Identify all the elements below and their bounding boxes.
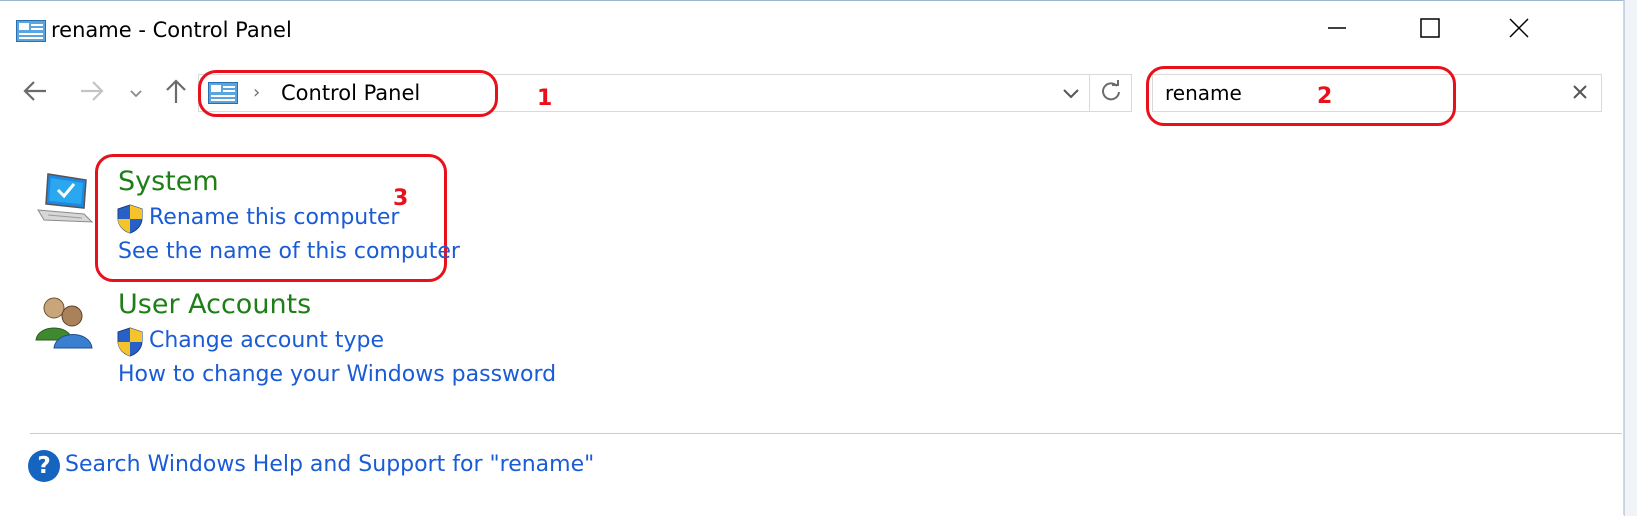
close-icon <box>1572 84 1588 104</box>
rename-this-computer-link[interactable]: Rename this computer <box>149 205 399 230</box>
up-button[interactable] <box>159 76 193 110</box>
result-system-title[interactable]: System <box>118 166 219 197</box>
close-icon <box>1509 18 1529 42</box>
chevron-down-icon <box>1062 85 1080 104</box>
back-button[interactable] <box>18 76 52 110</box>
back-arrow-icon <box>22 80 48 106</box>
control-panel-icon <box>16 20 46 46</box>
minimize-icon <box>1327 18 1347 42</box>
maximize-icon <box>1420 18 1440 42</box>
background-window-edge <box>1624 0 1637 516</box>
maximize-button[interactable] <box>1395 8 1465 52</box>
users-icon <box>34 292 96 354</box>
uac-shield-icon <box>117 204 143 238</box>
change-windows-password-link[interactable]: How to change your Windows password <box>118 362 556 387</box>
window-title: rename - Control Panel <box>51 18 292 42</box>
forward-button[interactable] <box>75 76 109 110</box>
up-arrow-icon <box>165 78 187 108</box>
title-bar: rename - Control Panel <box>0 0 1623 60</box>
recent-locations-button[interactable] <box>122 76 150 110</box>
address-dropdown-button[interactable] <box>1056 79 1086 109</box>
close-button[interactable] <box>1484 8 1554 52</box>
search-help-link[interactable]: Search Windows Help and Support for "ren… <box>65 452 594 477</box>
annotation-number-2: 2 <box>1317 84 1333 109</box>
computer-icon <box>34 170 96 232</box>
forward-arrow-icon <box>79 80 105 106</box>
annotation-number-1: 1 <box>537 86 553 111</box>
chevron-down-icon <box>129 84 143 103</box>
uac-shield-icon <box>117 327 143 361</box>
annotation-outline-2 <box>1146 66 1456 126</box>
divider <box>30 433 1622 434</box>
result-user-accounts-title[interactable]: User Accounts <box>118 289 311 320</box>
refresh-button[interactable] <box>1089 75 1132 111</box>
annotation-outline-1 <box>198 70 498 117</box>
minimize-button[interactable] <box>1302 8 1372 52</box>
change-account-type-link[interactable]: Change account type <box>149 328 384 353</box>
see-computer-name-link[interactable]: See the name of this computer <box>118 239 460 264</box>
refresh-icon <box>1100 80 1122 106</box>
clear-search-button[interactable] <box>1565 79 1595 109</box>
help-icon: ? <box>28 450 60 482</box>
